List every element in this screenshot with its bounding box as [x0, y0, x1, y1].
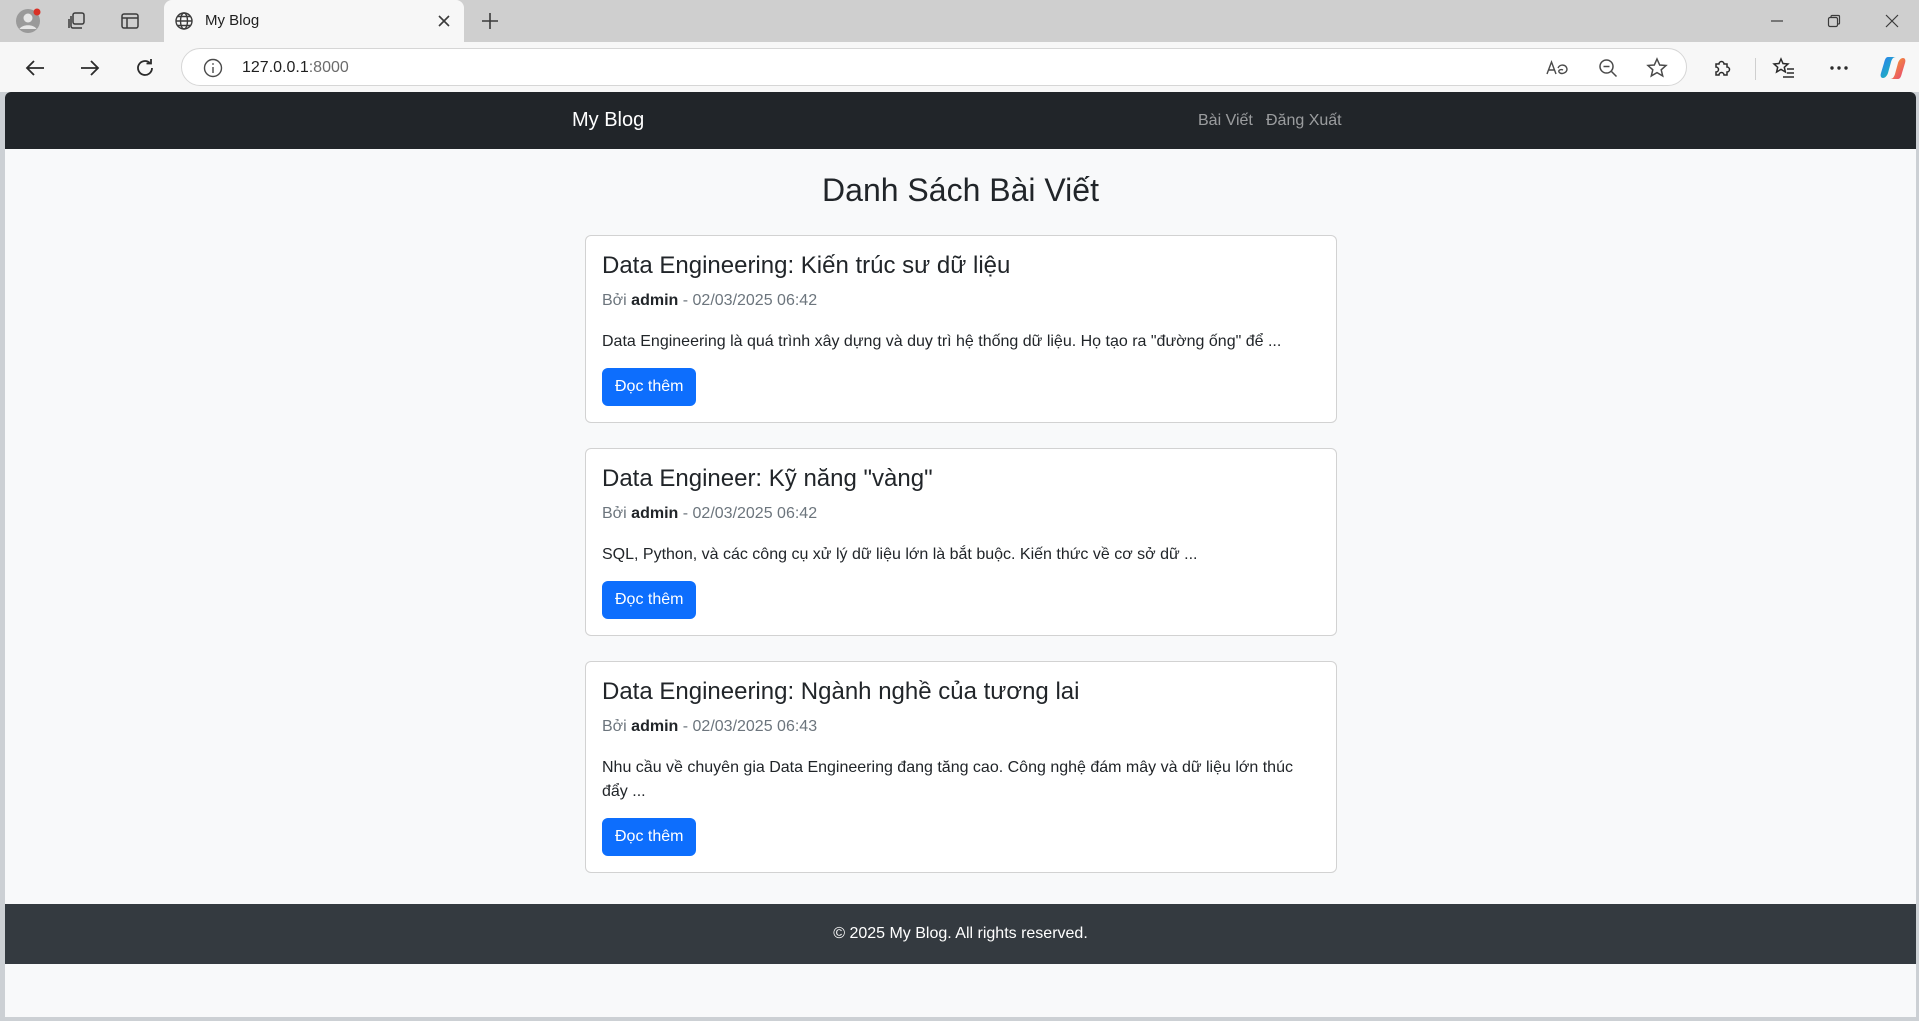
post-date: - 02/03/2025 06:42 — [682, 292, 818, 309]
address-bar[interactable]: 127.0.0.1:8000 — [181, 48, 1687, 86]
post-title: Data Engineering: Ngành nghề của tương l… — [602, 678, 1080, 705]
post-by-label: Bởi — [602, 718, 627, 735]
read-more-button[interactable]: Đọc thêm — [602, 368, 697, 406]
post-author: admin — [631, 505, 679, 522]
workspaces-icon[interactable] — [63, 7, 91, 35]
close-window-icon[interactable] — [1872, 7, 1912, 35]
close-tab-icon[interactable] — [432, 9, 456, 33]
profile-avatar-icon[interactable] — [14, 7, 42, 35]
url-text[interactable]: 127.0.0.1:8000 — [242, 59, 349, 77]
post-date: - 02/03/2025 06:42 — [682, 505, 818, 522]
more-options-icon[interactable] — [1823, 52, 1855, 84]
post-card: Data Engineering: Kiến trúc sư dữ liệu B… — [585, 235, 1337, 423]
url-host: 127.0.0.1 — [242, 59, 309, 76]
favorite-star-icon[interactable] — [1644, 55, 1670, 81]
new-tab-plus-icon[interactable] — [476, 7, 504, 35]
post-title: Data Engineer: Kỹ năng "vàng" — [602, 465, 933, 492]
post-excerpt: Nhu cầu về chuyên gia Data Engineering đ… — [602, 759, 1293, 800]
nav-link-posts[interactable]: Bài Viết — [1198, 112, 1253, 130]
copilot-icon[interactable] — [1877, 52, 1909, 84]
vertical-tabs-icon[interactable] — [116, 7, 144, 35]
read-more-button[interactable]: Đọc thêm — [602, 581, 697, 619]
post-excerpt: SQL, Python, và các công cụ xử lý dữ liệ… — [602, 546, 1198, 563]
browser-tab-strip: My Blog — [0, 0, 1919, 42]
reload-icon[interactable] — [129, 52, 161, 84]
favorites-list-icon[interactable] — [1768, 52, 1800, 84]
page-viewport: My Blog Bài Viết Đăng Xuất Danh Sách Bài… — [5, 92, 1916, 1017]
post-author: admin — [631, 718, 679, 735]
post-date: - 02/03/2025 06:43 — [682, 718, 818, 735]
site-info-icon[interactable] — [202, 57, 224, 79]
restore-window-icon[interactable] — [1814, 7, 1854, 35]
read-aloud-icon[interactable] — [1545, 55, 1571, 81]
post-author: admin — [631, 292, 679, 309]
extensions-puzzle-icon[interactable] — [1707, 52, 1739, 84]
active-tab[interactable]: My Blog — [164, 0, 464, 42]
url-port: :8000 — [308, 59, 349, 76]
minimize-window-icon[interactable] — [1757, 7, 1797, 35]
post-meta: Bởi admin - 02/03/2025 06:42 — [602, 292, 817, 310]
globe-icon — [172, 9, 196, 33]
nav-link-logout[interactable]: Đăng Xuất — [1266, 112, 1342, 130]
navbar-brand[interactable]: My Blog — [572, 109, 644, 132]
post-by-label: Bởi — [602, 505, 627, 522]
toolbar-divider — [1755, 58, 1756, 80]
site-footer: © 2025 My Blog. All rights reserved. — [5, 904, 1916, 964]
post-excerpt: Data Engineering là quá trình xây dựng v… — [602, 333, 1282, 350]
post-meta: Bởi admin - 02/03/2025 06:43 — [602, 718, 817, 736]
browser-toolbar: 127.0.0.1:8000 — [0, 42, 1919, 92]
forward-arrow-icon[interactable] — [74, 52, 106, 84]
zoom-out-icon[interactable] — [1595, 55, 1621, 81]
post-card: Data Engineer: Kỹ năng "vàng" Bởi admin … — [585, 448, 1337, 636]
post-by-label: Bởi — [602, 292, 627, 309]
tab-title: My Blog — [205, 12, 260, 29]
post-title: Data Engineering: Kiến trúc sư dữ liệu — [602, 252, 1011, 279]
post-meta: Bởi admin - 02/03/2025 06:42 — [602, 505, 817, 523]
post-card: Data Engineering: Ngành nghề của tương l… — [585, 661, 1337, 873]
page-title: Danh Sách Bài Viết — [822, 172, 1099, 208]
back-arrow-icon[interactable] — [19, 52, 51, 84]
read-more-button[interactable]: Đọc thêm — [602, 818, 697, 856]
site-navbar: My Blog Bài Viết Đăng Xuất — [5, 92, 1916, 149]
